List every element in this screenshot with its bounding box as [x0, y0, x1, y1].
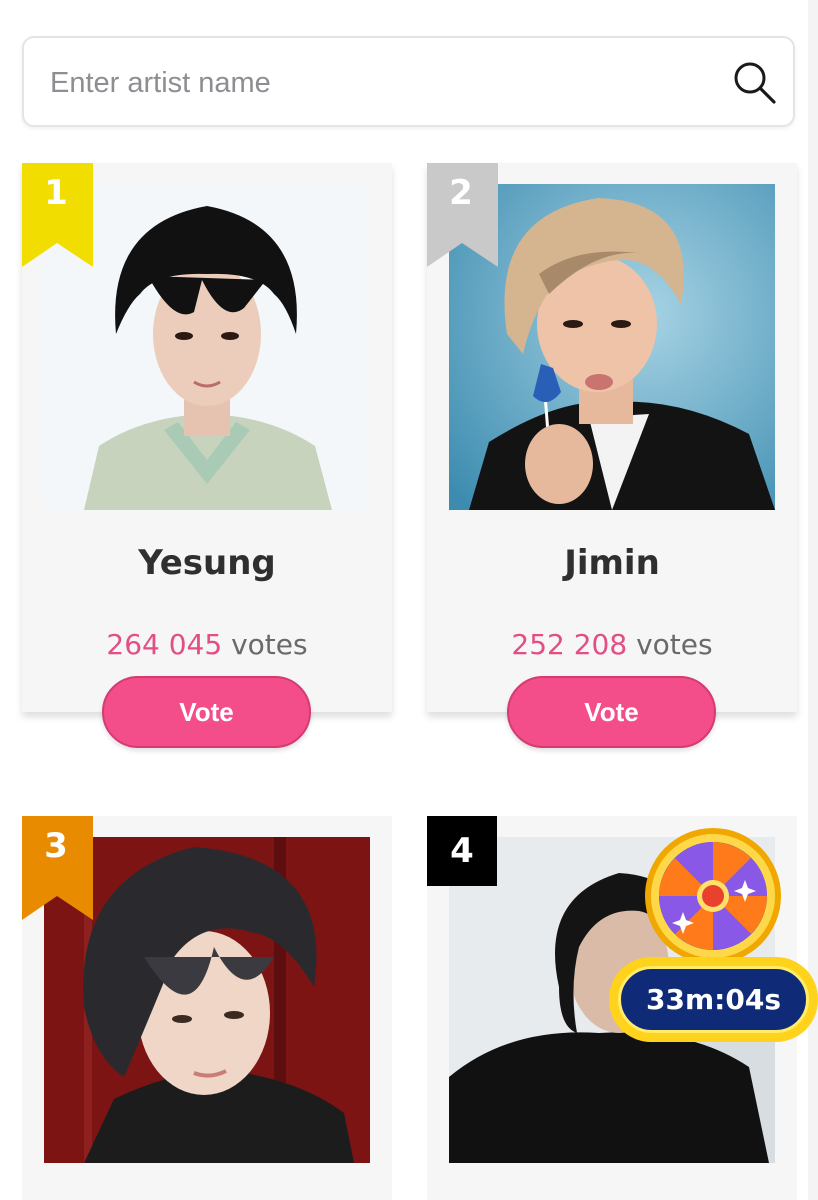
- vote-count-suffix: votes: [636, 628, 713, 661]
- artist-name: Yesung: [138, 543, 276, 583]
- prize-wheel-icon[interactable]: [643, 826, 783, 966]
- rank-ribbon: 2: [427, 163, 498, 267]
- vote-count-number: 264 045: [106, 628, 223, 661]
- artist-card[interactable]: 2 Jimin 252 208 votes: [427, 163, 797, 712]
- rank-number: 4: [427, 816, 497, 886]
- artist-name: Jimin: [564, 543, 660, 583]
- promo-timer[interactable]: 33m:04s: [609, 957, 818, 1042]
- vote-count-number: 252 208: [511, 628, 628, 661]
- rank-ribbon: 1: [22, 163, 93, 267]
- vote-count-suffix: votes: [231, 628, 308, 661]
- rank-ribbon: 3: [22, 816, 93, 920]
- search-icon[interactable]: [730, 58, 780, 108]
- rank-number: 3: [44, 826, 68, 866]
- artist-card[interactable]: 1 Yesung 264 045 votes: [22, 163, 392, 712]
- search-input[interactable]: [50, 58, 710, 108]
- vote-button[interactable]: Vote: [102, 676, 311, 748]
- search-box: [22, 36, 795, 127]
- vote-count: 252 208 votes: [427, 628, 797, 661]
- vote-count: 264 045 votes: [22, 628, 392, 661]
- rank-number: 1: [44, 173, 68, 213]
- vote-button[interactable]: Vote: [507, 676, 716, 748]
- promo-timer-text: 33m:04s: [618, 966, 809, 1033]
- artist-card[interactable]: 3: [22, 816, 392, 1200]
- rank-number: 2: [449, 173, 473, 213]
